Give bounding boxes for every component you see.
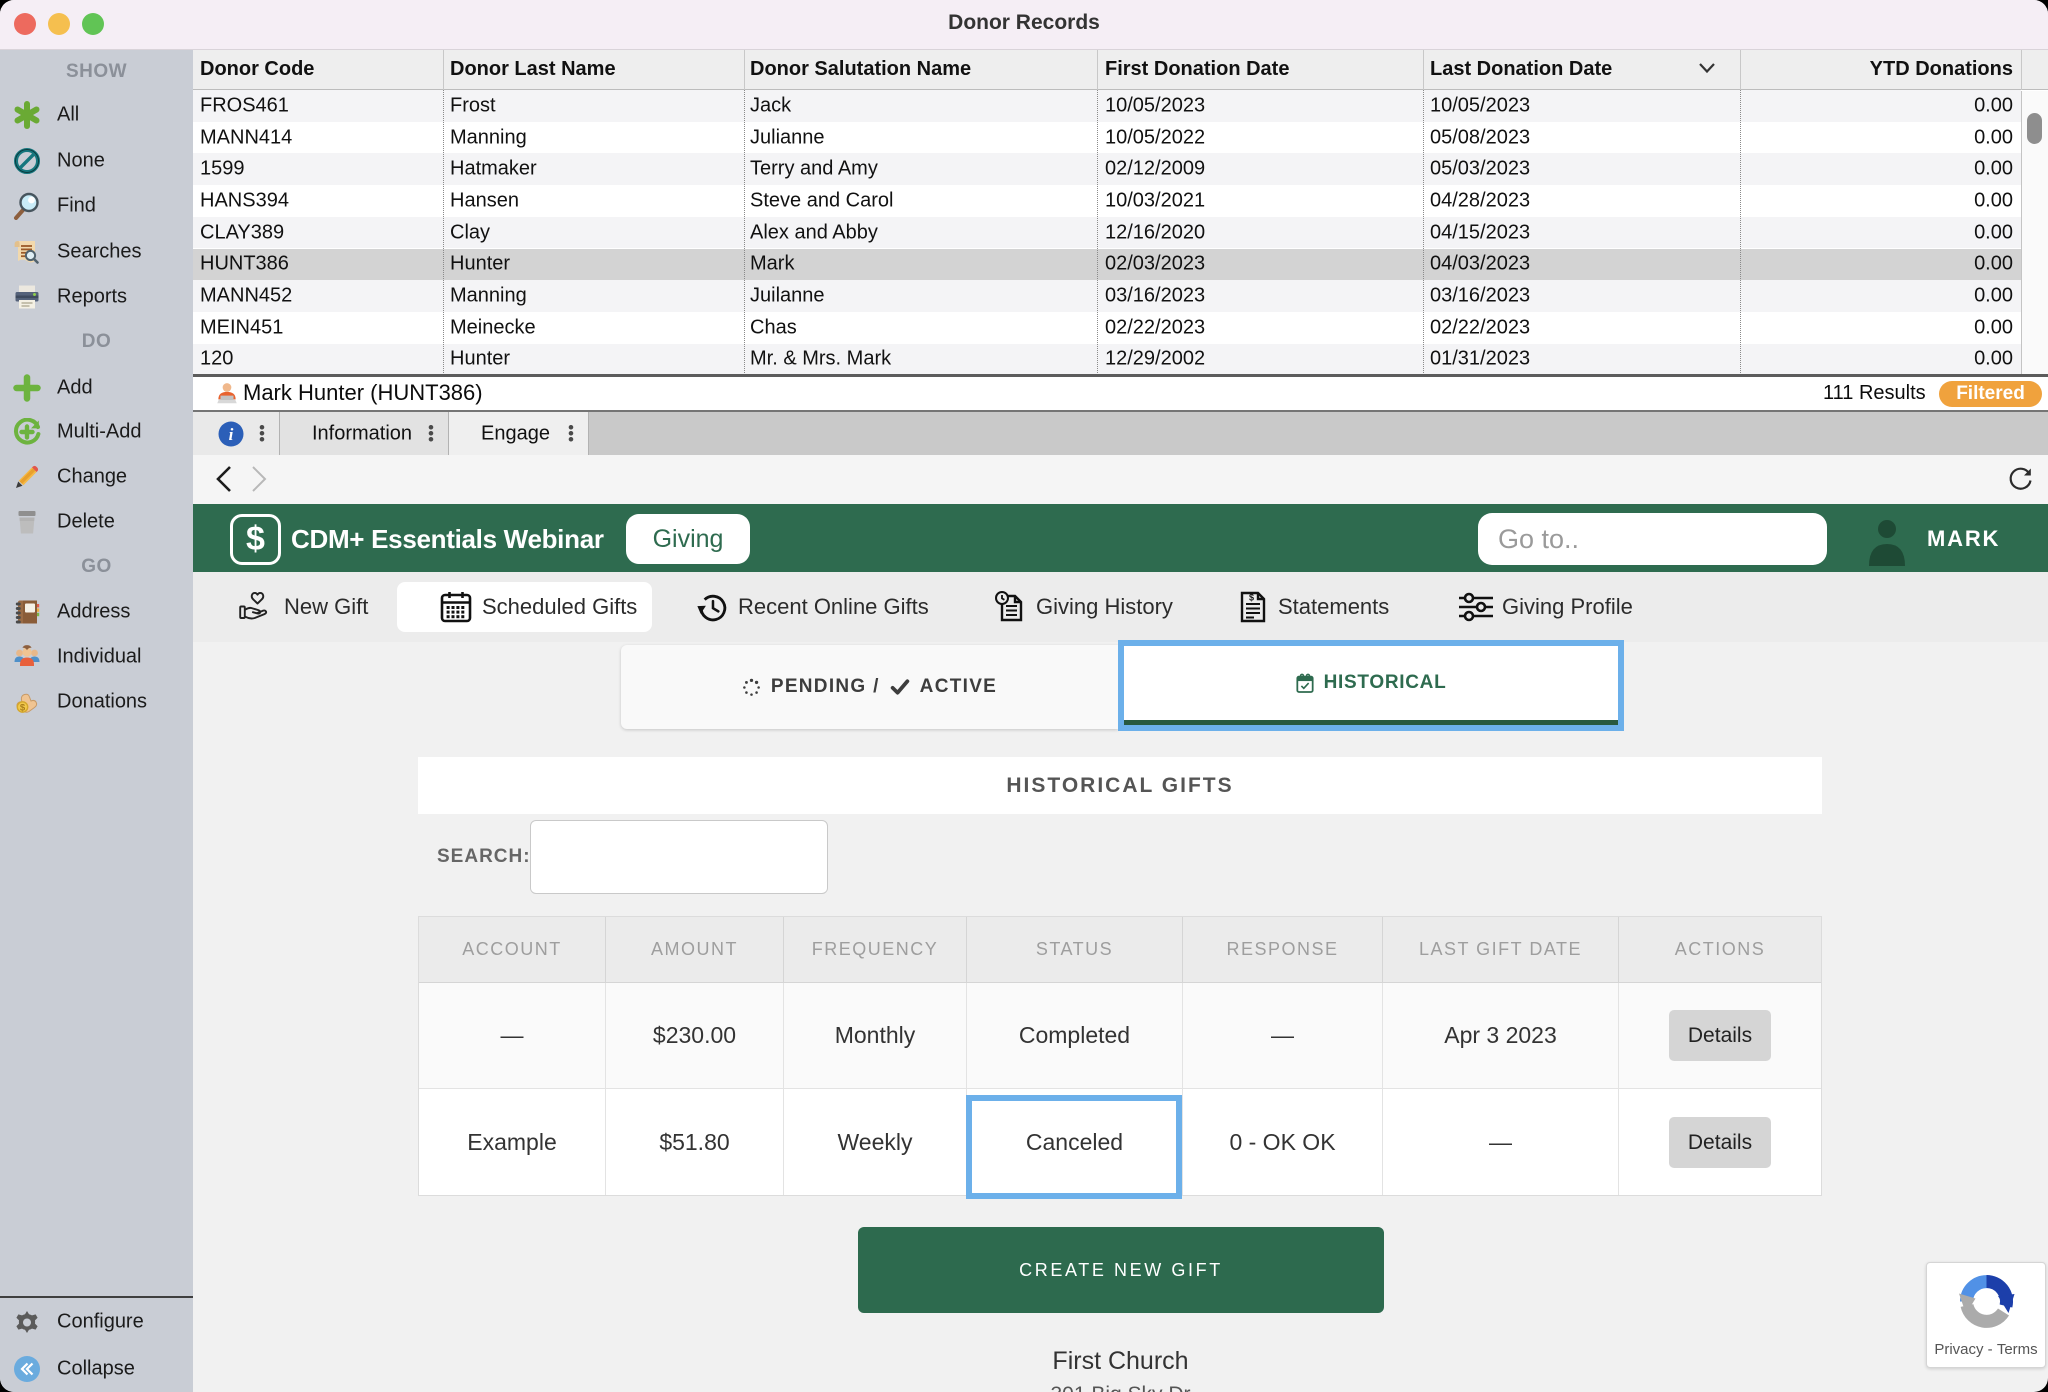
svg-text:i: i [229, 425, 234, 444]
svg-text:$: $ [20, 702, 26, 713]
svg-text:$: $ [1249, 593, 1254, 603]
